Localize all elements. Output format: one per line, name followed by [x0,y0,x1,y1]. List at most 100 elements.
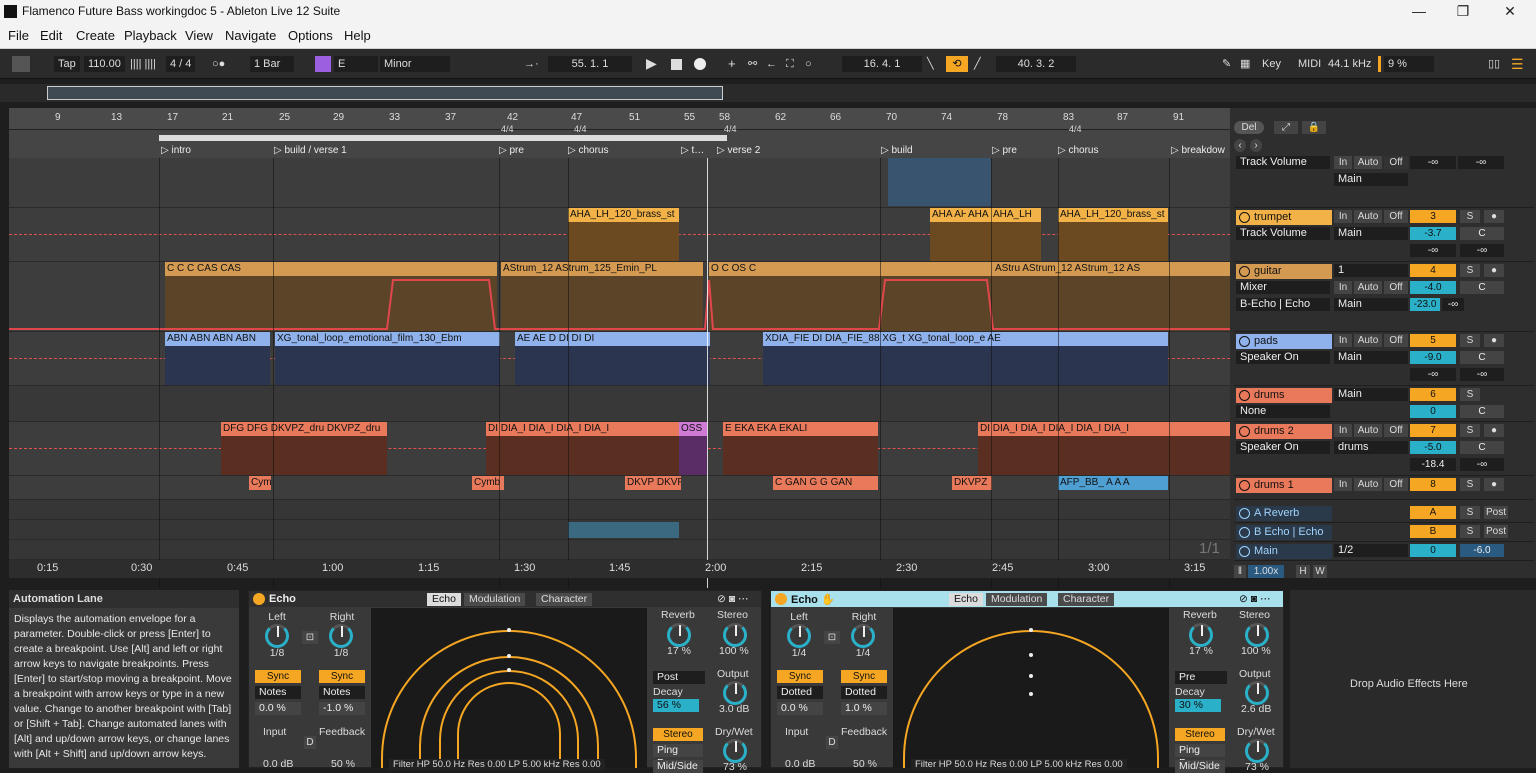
return-lane-b[interactable] [9,520,1230,540]
track-name[interactable]: drums 2 [1236,424,1332,439]
pan-field[interactable]: C [1460,281,1504,294]
arm-button[interactable]: ● [1484,264,1504,277]
track-name[interactable]: Main [1236,544,1332,559]
audio-clip[interactable]: AE AE D DI DI DI [515,332,710,385]
solo-button[interactable]: S [1460,264,1480,277]
punch-out-icon[interactable]: ╱ [974,56,981,72]
audio-clip[interactable]: DKVP DKVP [625,476,681,499]
reverb-knob[interactable] [1189,623,1213,647]
zoom-icon[interactable]: ‖ [1234,565,1246,578]
menu-help[interactable]: Help [344,28,371,43]
main-lane[interactable] [9,540,1230,560]
tab-character[interactable]: Character [536,593,593,606]
right-offset-field[interactable]: -1.0 % [319,702,365,715]
track-lane-drums-1[interactable]: Cym Cymb DKVP DKVP C GAN G G GAN DKVPZ A… [9,476,1230,500]
dry-wet-knob[interactable] [1245,739,1269,763]
in-button[interactable]: In [1334,334,1352,347]
return-lane-a[interactable] [9,500,1230,520]
output-select[interactable]: Main [1334,298,1408,311]
output-knob[interactable] [1245,681,1269,705]
audio-clip[interactable]: DI DIA_I DIA_I DIA_I DIA_I DIA_I [978,422,1230,475]
decay-field[interactable]: 56 % [653,699,699,712]
follow-icon[interactable]: ○● [212,56,225,72]
minimize-button[interactable]: — [1404,2,1434,20]
device-power-icon[interactable] [775,593,787,605]
track-activator[interactable]: A [1410,506,1456,519]
track-name[interactable]: B Echo | Echo [1236,525,1332,540]
link-icon[interactable]: ⊡ [824,631,840,644]
pan-field[interactable]: C [1460,351,1504,364]
track-lane-top[interactable] [9,158,1230,208]
right-time-knob[interactable] [851,624,875,648]
fold-icon[interactable] [1239,527,1250,538]
key-map-button[interactable]: Key [1262,56,1281,72]
track-drums-2[interactable]: drums 2 Speaker On In Auto Off drums 7 S… [1234,422,1534,476]
loop-length-field[interactable]: 40. 3. 2 [996,56,1076,72]
device-options-icon[interactable]: ⊘ ◙ ⋯ [717,593,748,605]
stereo-mode-button[interactable]: Stereo [1175,728,1225,741]
menu-navigate[interactable]: Navigate [225,28,276,43]
audio-clip[interactable]: XG_tonal_loop_emotional_film_130_Ebm [275,332,500,385]
punch-in-icon[interactable]: ╲ [927,56,934,72]
volume-field[interactable]: -5.0 [1410,441,1456,454]
left-sync-button[interactable]: Sync [777,670,823,683]
stop-button[interactable] [671,59,682,70]
right-sync-button[interactable]: Sync [841,670,887,683]
echo-device-1[interactable]: Echo Echo Modulation Character ⊘ ◙ ⋯ Lef… [248,590,762,773]
output-select[interactable]: Main [1334,388,1408,401]
reverb-position-select[interactable]: Pre [1175,671,1227,684]
auto-button[interactable]: Auto [1354,156,1382,169]
root-note-select[interactable]: E [334,56,378,72]
reverb-position-select[interactable]: Post [653,671,705,684]
w-button[interactable]: W [1313,565,1327,578]
stereo-knob[interactable] [1245,623,1269,647]
audio-clip[interactable]: DI DIA_I DIA_I DIA_I DIA_I [486,422,679,475]
quantization-select[interactable]: 1 Bar [250,56,294,72]
audio-clip[interactable]: Cym [249,476,271,499]
locator[interactable]: ▷ t… [681,145,704,156]
volume-field[interactable]: -9.0 [1410,351,1456,364]
keyboard-icon[interactable]: ▦ [1240,56,1250,72]
track-name[interactable]: drums [1236,388,1332,403]
auto-button[interactable]: Auto [1354,424,1382,437]
left-offset-field[interactable]: 0.0 % [255,702,301,715]
left-time-knob[interactable] [265,624,289,648]
overdub-icon[interactable]: + [728,56,736,72]
solo-button[interactable]: S [1460,506,1480,519]
right-sync-button[interactable]: Sync [319,670,365,683]
close-button[interactable]: ✕ [1495,2,1525,20]
link-icon[interactable]: ⊡ [302,631,318,644]
track-lane-trumpet[interactable]: AHA_LH_120_brass_st AHA AH AHA AHA_LH AH… [9,208,1230,262]
loop-start-field[interactable]: 16. 4. 1 [842,56,922,72]
audio-clip[interactable]: DFG DFG DKVPZ_dru DKVPZ_dru [221,422,387,475]
prev-arrow-icon[interactable]: ‹ [1234,139,1246,152]
output-select[interactable]: Main [1334,227,1408,240]
stereo-mode-button[interactable]: Stereo [653,728,703,741]
fold-icon[interactable] [1239,390,1250,401]
tap-button[interactable]: Tap [54,56,80,72]
pan-field[interactable]: C [1460,405,1504,418]
automation-envelope[interactable] [9,262,1230,332]
reverb-knob[interactable] [667,623,691,647]
mid-side-button[interactable]: Mid/Side [1175,760,1225,773]
session-record-icon[interactable]: ○ [805,56,812,72]
track-activator[interactable]: 8 [1410,478,1456,491]
menu-edit[interactable]: Edit [40,28,62,43]
auto-button[interactable]: Auto [1354,281,1382,294]
view-toggle-icon[interactable] [12,56,30,72]
fold-icon[interactable] [1239,212,1250,223]
audio-clip[interactable]: AHA_LH_120_brass_st [568,208,679,261]
off-button[interactable]: Off [1384,424,1408,437]
auto-button[interactable]: Auto [1354,334,1382,347]
menu-view[interactable]: View [185,28,213,43]
track-drums-1[interactable]: drums 1 In Auto Off 8 S ● [1234,476,1534,500]
arm-button[interactable]: ● [1484,478,1504,491]
track-activator[interactable]: 7 [1410,424,1456,437]
arrangement-view[interactable]: AHA_LH_120_brass_st AHA AH AHA AHA_LH AH… [9,158,1230,588]
track-guitar[interactable]: guitar Mixer B-Echo | Echo 1 In Auto Off… [1234,262,1534,332]
locator[interactable]: ▷ build [881,145,913,156]
h-button[interactable]: H [1296,565,1310,578]
scale-select[interactable]: Minor [380,56,450,72]
locator[interactable]: ▷ build / verse 1 [274,145,347,156]
decay-field[interactable]: 30 % [1175,699,1221,712]
